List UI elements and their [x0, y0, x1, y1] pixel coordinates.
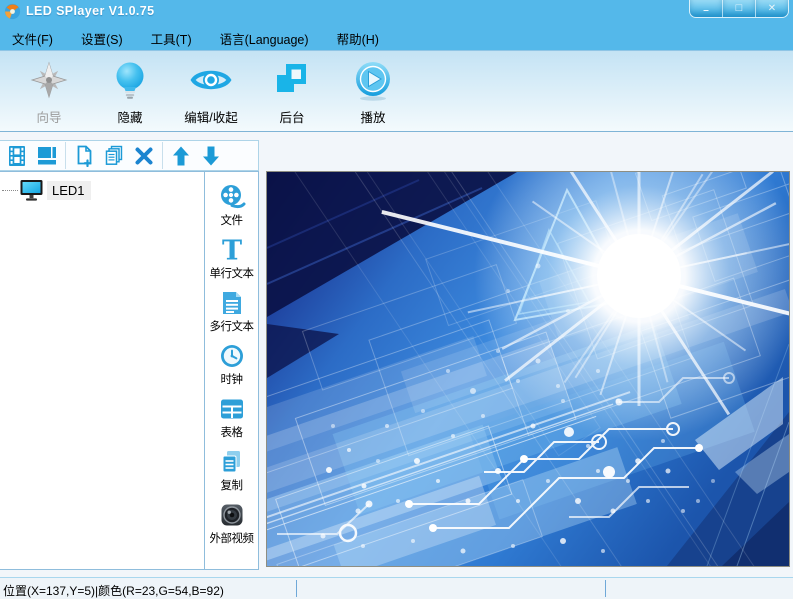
element-file-label: 文件 [221, 212, 243, 228]
external-video-icon [218, 501, 246, 529]
edit-collapse-label: 编辑/收起 [184, 107, 237, 126]
element-table-label: 表格 [221, 424, 243, 440]
copy-program-button[interactable] [99, 142, 129, 169]
background-button[interactable]: 后台 [256, 60, 328, 126]
film-strip-icon [6, 145, 28, 167]
screen-tree-panel: LED1 [0, 171, 205, 570]
preview-artwork [267, 172, 789, 566]
svg-text:T: T [221, 236, 241, 264]
element-single-line-text-label: 单行文本 [210, 265, 254, 281]
toolbar-separator [65, 142, 66, 169]
menu-item-help[interactable]: 帮助(H) [323, 26, 393, 51]
table-icon [218, 395, 246, 423]
delete-icon [133, 145, 155, 167]
element-copy-label: 复制 [221, 477, 243, 493]
element-clock-label: 时钟 [221, 371, 243, 387]
window-controls: – □ ✕ [689, 0, 789, 18]
tree-item-led1[interactable]: LED1 [2, 177, 204, 203]
title-bar: LED SPlayer V1.0.75 – □ ✕ [0, 0, 793, 26]
element-table-button[interactable]: 表格 [205, 395, 258, 440]
program-toolbar [0, 140, 259, 171]
splayer-logo-icon [4, 3, 21, 20]
maximize-button[interactable]: □ [723, 0, 756, 17]
screen-layout-icon [36, 145, 58, 167]
element-single-line-text-button[interactable]: T 单行文本 [205, 236, 258, 281]
play-icon [351, 60, 395, 102]
menu-item-language[interactable]: 语言(Language) [206, 26, 323, 51]
film-reel-icon [218, 183, 246, 211]
content-area: LED1 文件 [0, 132, 793, 577]
new-program-button[interactable] [69, 142, 99, 169]
background-label: 后台 [279, 107, 304, 126]
close-button[interactable]: ✕ [756, 0, 788, 17]
minimize-button[interactable]: – [690, 0, 723, 17]
menu-bar: 文件(F) 设置(S) 工具(T) 语言(Language) 帮助(H) [0, 26, 793, 50]
status-position-color: 位置(X=137,Y=5)|颜色(R=23,G=54,B=92) [3, 582, 224, 599]
menu-item-settings[interactable]: 设置(S) [67, 26, 137, 51]
copy-icon [218, 448, 246, 476]
status-bar: 位置(X=137,Y=5)|颜色(R=23,G=54,B=92) [0, 577, 793, 599]
main-toolbar: 向导 隐藏 [0, 50, 793, 132]
menu-item-file[interactable]: 文件(F) [10, 26, 67, 51]
hide-button[interactable]: 隐藏 [94, 60, 166, 126]
menu-item-tools[interactable]: 工具(T) [137, 26, 206, 51]
monitor-icon [19, 179, 45, 202]
tree-connector [2, 190, 18, 191]
move-down-button[interactable] [196, 142, 226, 169]
eye-icon [189, 60, 233, 102]
status-separator [296, 580, 297, 597]
led-splayer-window: LED SPlayer V1.0.75 – □ ✕ 文件(F) 设置(S) 工具… [0, 0, 793, 599]
play-button[interactable]: 播放 [337, 60, 409, 126]
wizard-compass-icon [27, 60, 71, 102]
element-file-button[interactable]: 文件 [205, 183, 258, 228]
copy-program-icon [103, 145, 125, 167]
element-multi-line-text-label: 多行文本 [210, 318, 254, 334]
multi-line-text-icon [218, 289, 246, 317]
edit-collapse-button[interactable]: 编辑/收起 [175, 60, 247, 126]
layers-icon [270, 60, 314, 102]
element-copy-button[interactable]: 复制 [205, 448, 258, 493]
window-title: LED SPlayer V1.0.75 [26, 4, 155, 18]
wizard-button[interactable]: 向导 [13, 60, 85, 126]
single-line-text-icon: T [218, 236, 246, 264]
film-strip-button[interactable] [2, 142, 32, 169]
wizard-label: 向导 [36, 107, 61, 126]
screen-layout-button[interactable] [32, 142, 62, 169]
status-separator [605, 580, 606, 597]
play-label: 播放 [360, 107, 385, 126]
delete-program-button[interactable] [129, 142, 159, 169]
tree-item-label: LED1 [47, 181, 91, 200]
toolbar-separator [162, 142, 163, 169]
element-clock-button[interactable]: 时钟 [205, 342, 258, 387]
move-up-icon [170, 145, 192, 167]
element-external-video-button[interactable]: 外部视频 [205, 501, 258, 546]
bulb-icon [108, 60, 152, 102]
hide-label: 隐藏 [117, 107, 142, 126]
move-up-button[interactable] [166, 142, 196, 169]
element-external-video-label: 外部视频 [210, 530, 254, 546]
element-toolbar: 文件 T 单行文本 [205, 171, 259, 570]
move-down-icon [200, 145, 222, 167]
preview-screen [266, 171, 790, 567]
clock-icon [218, 342, 246, 370]
new-program-icon [73, 145, 95, 167]
element-multi-line-text-button[interactable]: 多行文本 [205, 289, 258, 334]
